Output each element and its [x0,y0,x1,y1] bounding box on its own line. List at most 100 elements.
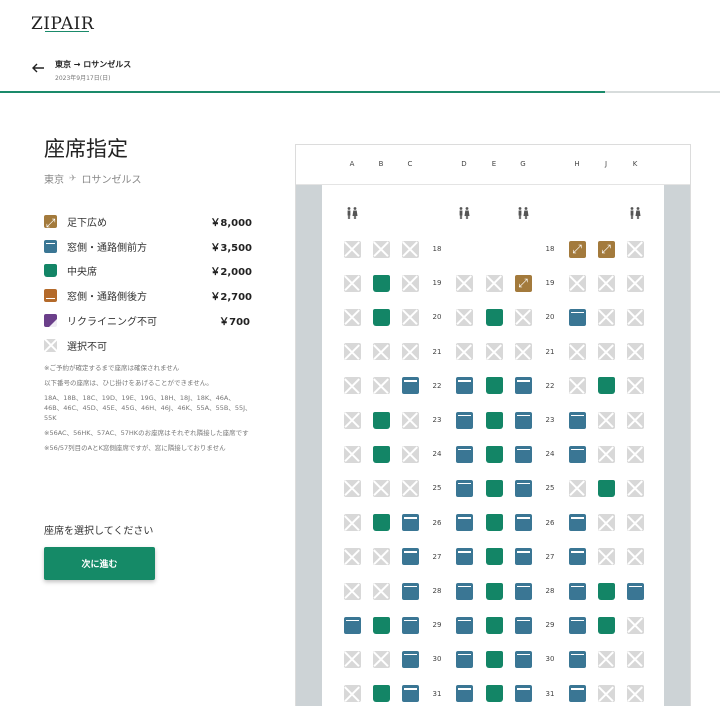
legend-price: ￥2,700 [210,292,252,304]
seat-31B[interactable] [372,685,390,703]
seat-29J[interactable] [597,616,615,634]
seat-21A [343,343,361,361]
seat-26E[interactable] [485,514,503,532]
seat-31C[interactable] [401,685,419,703]
seat-25G[interactable] [514,479,532,497]
seat-31E[interactable] [485,685,503,703]
column-letter: E [491,160,497,168]
seat-28B [372,582,390,600]
column-letter: K [632,160,638,168]
seat-30D[interactable] [455,650,473,668]
progress-bar [0,91,720,93]
seat-28G[interactable] [514,582,532,600]
seat-24G[interactable] [514,445,532,463]
row-number: 24 [545,450,555,459]
row-number: 30 [432,655,442,664]
seat-map[interactable]: A B C D E G H J K 18 18 19 19 20 20 21 21 22 22 23 23 24 24 25… [295,144,691,706]
seat-19J [597,274,615,292]
seat-24D[interactable] [455,445,473,463]
seat-27E[interactable] [485,548,503,566]
seat-18J[interactable] [597,240,615,258]
seat-27H[interactable] [568,548,586,566]
seat-30H[interactable] [568,650,586,668]
legend-swatch-win [44,239,57,253]
seat-22C[interactable] [401,377,419,395]
legend-item-norec: リクライニング不可 ￥700 [44,308,252,333]
seat-31D[interactable] [455,685,473,703]
seat-22G[interactable] [514,377,532,395]
seat-31A [343,685,361,703]
seat-30K [626,650,644,668]
seat-23C [401,411,419,429]
seat-29H[interactable] [568,616,586,634]
seat-23E[interactable] [485,411,503,429]
seat-22J[interactable] [597,377,615,395]
seat-26B[interactable] [372,514,390,532]
seat-24H[interactable] [568,445,586,463]
seat-20E[interactable] [485,308,503,326]
seat-19G[interactable] [514,274,532,292]
seat-26G[interactable] [514,514,532,532]
note-text: 18A、18B、18C、19D、19E、19G、18H、18J、18K、46A、… [44,394,252,422]
seat-26J [597,514,615,532]
legend-item-mid: 中央席 ￥2,000 [44,259,252,284]
logo-underline [45,31,89,32]
seat-30G[interactable] [514,650,532,668]
seat-23H[interactable] [568,411,586,429]
seat-26D[interactable] [455,514,473,532]
seat-27D[interactable] [455,548,473,566]
sub-route: 東京 ✈ ロサンゼルス [44,171,142,187]
back-arrow-icon[interactable] [30,60,46,76]
seat-24B[interactable] [372,445,390,463]
seat-29A[interactable] [343,616,361,634]
seat-27G[interactable] [514,548,532,566]
seat-29B[interactable] [372,616,390,634]
seat-20B[interactable] [372,308,390,326]
row-number: 30 [545,655,555,664]
seat-28H[interactable] [568,582,586,600]
seat-23D[interactable] [455,411,473,429]
seat-notes: ※ご予約が確定するまで座席は確保されません 以下番号の座席は、ひじ掛けをあげること… [44,363,254,458]
seat-25D[interactable] [455,479,473,497]
seat-18K [626,240,644,258]
seat-25J[interactable] [597,479,615,497]
seat-30E[interactable] [485,650,503,668]
legend-label: 中央席 [67,267,97,279]
row-number: 19 [432,279,442,288]
seat-26H[interactable] [568,514,586,532]
seat-22E[interactable] [485,377,503,395]
seat-20J [597,308,615,326]
seat-25E[interactable] [485,479,503,497]
seat-28C[interactable] [401,582,419,600]
seat-23G[interactable] [514,411,532,429]
seat-23B[interactable] [372,411,390,429]
seat-28K[interactable] [626,582,644,600]
seat-29C[interactable] [401,616,419,634]
seat-28D[interactable] [455,582,473,600]
row-number: 18 [432,245,442,253]
column-letter: C [407,160,413,168]
seat-20H[interactable] [568,308,586,326]
seat-29E[interactable] [485,616,503,634]
seat-29D[interactable] [455,616,473,634]
seat-29G[interactable] [514,616,532,634]
seat-31H[interactable] [568,685,586,703]
seat-19B[interactable] [372,274,390,292]
select-prompt: 座席を選択してください [44,526,154,537]
seat-30C[interactable] [401,650,419,668]
seat-28J[interactable] [597,582,615,600]
seat-31K [626,685,644,703]
seat-27C[interactable] [401,548,419,566]
seat-18H[interactable] [568,240,586,258]
seat-28E[interactable] [485,582,503,600]
lavatory-icon [459,207,470,219]
seat-22D[interactable] [455,377,473,395]
next-button[interactable]: 次に進む [44,547,155,580]
seat-31G[interactable] [514,685,532,703]
seat-31J [597,685,615,703]
seat-21K [626,343,644,361]
seat-21J [597,343,615,361]
seat-26C[interactable] [401,514,419,532]
column-letter: A [349,160,355,168]
seat-24E[interactable] [485,445,503,463]
